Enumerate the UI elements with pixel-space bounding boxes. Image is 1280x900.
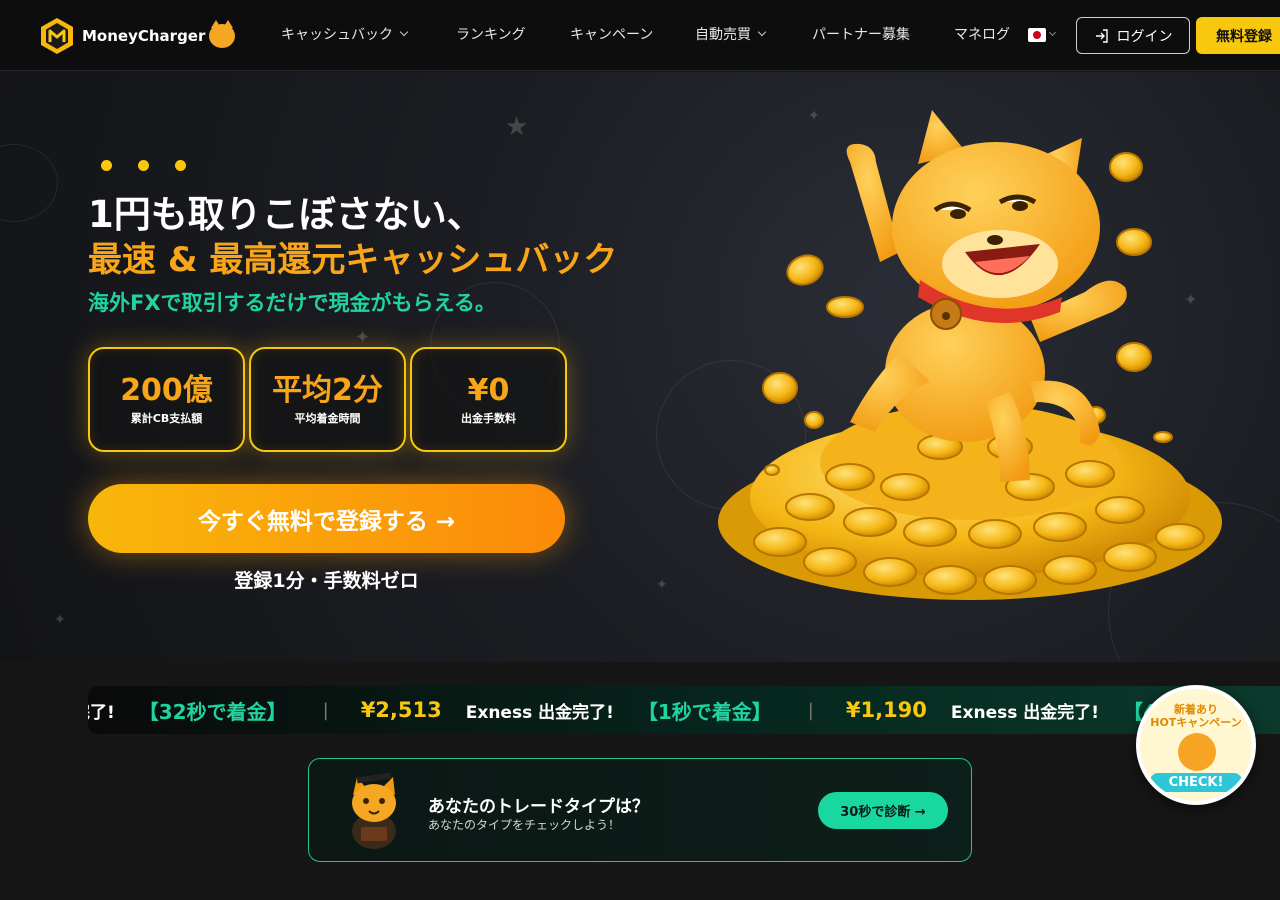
hero-subheadline: 海外FXで取引するだけで現金がもらえる。 [88,291,496,315]
nav-partner[interactable]: パートナー募集 [812,24,910,44]
decor-circle [0,144,58,222]
nav-campaign[interactable]: キャンペーン [570,24,653,44]
cta-note: 登録1分・手数料ゼロ [234,570,419,592]
hero-headline-2: 最速 & 最高還元キャッシュバック [88,240,618,280]
nav-cashback[interactable]: キャッシュバック [281,24,409,44]
hot-campaign-badge[interactable]: 新着あり HOTキャンペーン CHECK! [1136,685,1256,805]
decor-dots [101,160,186,171]
ticker-amount: ¥1,190 [845,698,927,722]
badge-line-2: HOTキャンペーン [1150,716,1242,729]
graduate-cat-icon [352,772,396,849]
ticker-broker: Exness 出金完了! [950,702,1100,723]
stat-value: 200億 [120,373,213,408]
nav-partner-label: パートナー募集 [812,27,910,43]
stat-label: 出金手数料 [461,412,516,425]
nav-auto-trading[interactable]: 自動売買 [695,24,767,44]
cat-mascot-icon [1178,733,1216,771]
ticker-speed: 【1秒で着金】 [637,699,772,724]
language-chevron-down-icon[interactable] [1048,28,1057,37]
nav-auto-trading-label: 自動売買 [695,27,751,43]
badge-check-label: CHECK! [1150,773,1242,792]
login-button[interactable]: ログイン [1076,17,1190,54]
chevron-down-icon [399,27,409,37]
cat-mascot-icon [209,20,236,48]
login-label: ログイン [1116,28,1173,45]
ticker-separator: | [322,699,329,721]
sparkle-decor-icon: ✦ [656,577,668,593]
nav-cashback-label: キャッシュバック [281,27,393,43]
ticker-broker: 金完了! [88,702,115,723]
ticker-speed: 【32秒で着金】 [138,699,287,724]
sparkle-decor-icon: ✦ [54,612,66,628]
cat-on-coins-illustration [718,110,1222,600]
ticker-track: 金完了! 【32秒で着金】 | ¥2,513 Exness 出金完了! 【1秒で… [88,686,1191,734]
payout-ticker: 金完了! 【32秒で着金】 | ¥2,513 Exness 出金完了! 【1秒で… [88,686,1280,734]
nav-manelog-label: マネログ [954,27,1010,43]
site-header: MoneyCharger キャッシュバック ランキング キャンペーン 自動売買 … [0,0,1280,71]
login-icon [1095,28,1108,43]
chevron-down-icon [757,27,767,37]
signup-button[interactable]: 無料登録 [1196,17,1280,54]
hero-section: ★ ✦ ✦ ✦ ✦ ✦ 1円も取りこぼさない、 最速 & 最高還元キャッシュバッ… [0,72,1280,662]
stat-value: 平均2分 [272,373,383,408]
ticker-separator: | [807,699,814,721]
trade-type-subtitle: あなたのタイプをチェックしよう！ [428,818,621,832]
brand-name: MoneyCharger [82,27,206,45]
hero-headline-1: 1円も取りこぼさない、 [88,193,484,236]
diagnose-button[interactable]: 30秒で診断 → [818,792,948,829]
trade-type-card: あなたのトレードタイプは？ あなたのタイプをチェックしよう！ 30秒で診断 → [308,758,972,862]
sparkle-decor-icon: ✦ [355,327,371,348]
nav-ranking[interactable]: ランキング [456,24,526,44]
nav-manelog[interactable]: マネログ [954,24,1010,44]
stat-card-average-time: 平均2分 平均着金時間 [249,347,406,452]
language-flag-japan-icon[interactable] [1028,28,1046,42]
badge-line-1: 新着あり [1174,703,1218,716]
stat-value: ¥0 [467,373,510,408]
ticker-broker: Exness 出金完了! [465,702,614,723]
stat-card-total-cashback: 200億 累計CB支払額 [88,347,245,452]
stat-card-fee: ¥0 出金手数料 [410,347,567,452]
brand-logo[interactable]: MoneyCharger [40,17,236,55]
register-cta-button[interactable]: 今すぐ無料で登録する → [88,484,565,553]
trade-type-title: あなたのトレードタイプは？ [428,797,649,817]
stat-label: 平均着金時間 [294,412,361,425]
signup-label: 無料登録 [1216,28,1272,45]
star-decor-icon: ★ [505,112,529,142]
badge-heading: 新着あり HOTキャンペーン [1140,703,1252,729]
stat-label: 累計CB支払額 [130,412,203,425]
ticker-amount: ¥2,513 [360,698,442,722]
logo-mark-icon [41,18,73,54]
nav-campaign-label: キャンペーン [570,27,654,43]
nav-ranking-label: ランキング [456,27,526,43]
